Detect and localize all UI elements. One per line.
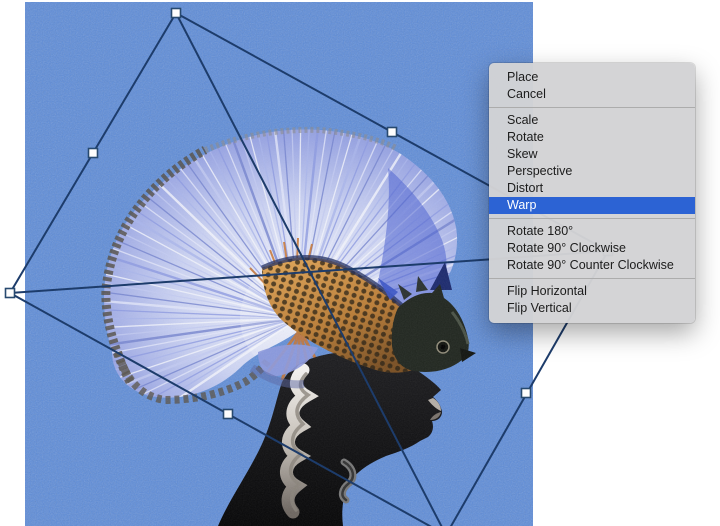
menu-separator (489, 278, 695, 279)
menu-item-rotate-90-cw[interactable]: Rotate 90° Clockwise (489, 240, 695, 257)
menu-item-warp[interactable]: Warp (489, 197, 695, 214)
menu-separator (489, 218, 695, 219)
menu-item-rotate-180[interactable]: Rotate 180° (489, 223, 695, 240)
handle-top-left-mid[interactable] (87, 147, 99, 159)
menu-item-cancel[interactable]: Cancel (489, 86, 695, 103)
menu-item-place[interactable]: Place (489, 69, 695, 86)
handle-top-right-mid[interactable] (386, 126, 398, 138)
workspace: Place Cancel Scale Rotate Skew Perspecti… (0, 0, 720, 526)
handle-left-corner[interactable] (4, 287, 16, 299)
menu-item-scale[interactable]: Scale (489, 112, 695, 129)
menu-item-rotate-90-ccw[interactable]: Rotate 90° Counter Clockwise (489, 257, 695, 274)
menu-item-flip-horizontal[interactable]: Flip Horizontal (489, 283, 695, 300)
menu-item-skew[interactable]: Skew (489, 146, 695, 163)
menu-item-rotate[interactable]: Rotate (489, 129, 695, 146)
handle-bottom-left-mid[interactable] (222, 408, 234, 420)
menu-item-perspective[interactable]: Perspective (489, 163, 695, 180)
menu-separator (489, 107, 695, 108)
menu-item-distort[interactable]: Distort (489, 180, 695, 197)
handle-top-corner[interactable] (170, 7, 182, 19)
handle-bottom-right-mid[interactable] (520, 387, 532, 399)
menu-item-flip-vertical[interactable]: Flip Vertical (489, 300, 695, 317)
transform-context-menu: Place Cancel Scale Rotate Skew Perspecti… (489, 63, 695, 323)
